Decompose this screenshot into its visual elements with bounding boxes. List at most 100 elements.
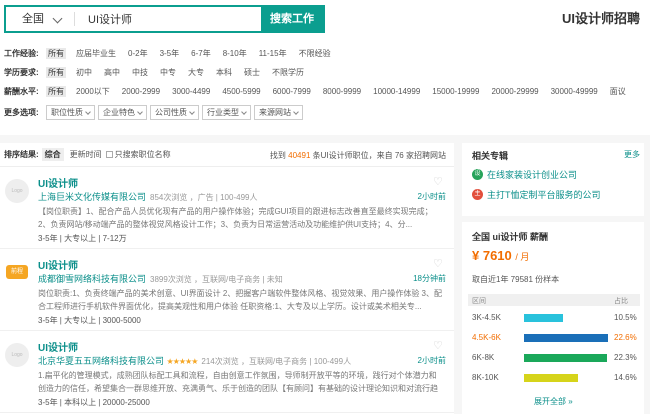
filter-option[interactable]: 15000-19999 xyxy=(430,87,481,96)
salary-row: 8K-10K 14.6% xyxy=(468,370,640,386)
job-requirements: 3-5年 | 大专以上 | 3000-5000 xyxy=(38,316,141,325)
topic-item[interactable]: 设 在线家装设计创业公司 xyxy=(472,167,577,181)
topic-icon: 主 xyxy=(472,188,483,200)
city-select[interactable]: 全国 xyxy=(6,7,74,31)
col-pct: 占比 xyxy=(614,298,628,305)
filter-option[interactable]: 中技 xyxy=(130,67,150,78)
title-only-checkbox[interactable] xyxy=(105,151,113,158)
filter-option[interactable]: 所有 xyxy=(46,67,66,78)
dropdown-industry[interactable]: 行业类型 xyxy=(202,105,251,120)
chevron-down-icon xyxy=(137,108,143,115)
heart-icon[interactable]: ♡ xyxy=(433,177,444,188)
salary-unit: / 月 xyxy=(515,252,530,262)
filter-option[interactable]: 2000以下 xyxy=(74,86,112,97)
search-box: 全国 搜索工作 xyxy=(4,5,325,33)
result-summary: 找到 40491 条UI设计师职位，来自 76 家招聘网站 xyxy=(270,150,446,161)
filter-option[interactable]: 10000-14999 xyxy=(371,87,422,96)
filter-experience: 工作经验: 所有 应届毕业生 0-2年 3-5年 6-7年 8-10年 11-1… xyxy=(4,47,341,60)
company-line: 北京华夏五五网络科技有限公司 ★★★★★ 214次浏览 ，互联网/电子商务 | 1… xyxy=(38,354,351,367)
topics-more-link[interactable]: 更多 xyxy=(624,149,640,160)
search-button[interactable]: 搜索工作 xyxy=(261,7,323,31)
job-title[interactable]: UI设计师 xyxy=(38,339,78,354)
site-count: 76 xyxy=(394,151,404,160)
filter-option[interactable]: 所有 xyxy=(46,86,66,97)
salary-pct: 14.6% xyxy=(614,373,637,382)
filter-option[interactable]: 大专 xyxy=(186,67,206,78)
company-name[interactable]: 上海巨米文化传媒有限公司 xyxy=(38,192,146,202)
filter-option[interactable]: 3-5年 xyxy=(158,48,182,59)
job-description: 1.扁平化的管理模式，成熟团队标配工具和流程，自由创意工作氛围，导师制开放平等的… xyxy=(38,371,438,393)
salary-pct: 10.5% xyxy=(614,313,637,322)
job-item[interactable]: Logo UI设计师 上海巨米文化传媒有限公司 854次浏览 ，广告 | 100-… xyxy=(0,169,454,249)
chevron-down-icon xyxy=(52,13,63,24)
filter-option[interactable]: 11-15年 xyxy=(257,48,289,59)
salary-title: 全国 ui设计师 薪酬 xyxy=(472,232,548,242)
filter-option[interactable]: 6-7年 xyxy=(189,48,213,59)
title-only-label: 只搜索职位名称 xyxy=(114,150,171,159)
sort-comprehensive[interactable]: 综合 xyxy=(41,148,64,161)
filter-label: 更多选项: xyxy=(4,108,39,117)
salary-pct: 22.6% xyxy=(614,333,637,342)
job-item[interactable]: Logo UI设计师 北京华夏五五网络科技有限公司 ★★★★★ 214次浏览 ，互… xyxy=(0,333,454,413)
filter-option[interactable]: 本科 xyxy=(214,67,234,78)
filter-label: 薪酬水平: xyxy=(4,87,39,96)
chevron-down-icon xyxy=(241,108,247,115)
filter-option[interactable]: 8000-9999 xyxy=(321,87,363,96)
filter-option[interactable]: 不限学历 xyxy=(270,67,306,78)
salary-row: 6K-8K 22.3% xyxy=(468,350,640,366)
filter-option[interactable]: 不限经验 xyxy=(297,48,333,59)
company-line: 上海巨米文化传媒有限公司 854次浏览 ，广告 | 100-499人 xyxy=(38,190,257,203)
topic-item[interactable]: 主 主打T恤定制平台服务的公司 xyxy=(472,187,601,201)
chevron-down-icon xyxy=(85,108,91,115)
dropdown-company-feature[interactable]: 企业特色 xyxy=(98,105,147,120)
salary-row: 3K-4.5K 10.5% xyxy=(468,310,640,326)
result-suffix: 家招聘网站 xyxy=(406,151,446,160)
filter-option[interactable]: 高中 xyxy=(102,67,122,78)
posted-time: 2小时前 xyxy=(417,356,446,365)
salary-bar xyxy=(524,314,563,322)
filter-option[interactable]: 30000-49999 xyxy=(549,87,600,96)
filter-option[interactable]: 0-2年 xyxy=(126,48,150,59)
rating-stars: ★★★★★ xyxy=(166,357,199,366)
job-requirements: 3-5年 | 大专以上 | 7-12万 xyxy=(38,234,127,243)
filter-option[interactable]: 4500-5999 xyxy=(220,87,262,96)
result-middle: 条UI设计师职位，来自 xyxy=(312,151,393,160)
job-item[interactable]: 前程 UI设计师 成都御雪网络科技有限公司 3899次浏览 ，互联网/电子商务 |… xyxy=(0,251,454,331)
filter-option[interactable]: 8-10年 xyxy=(221,48,249,59)
filter-option[interactable]: 面议 xyxy=(608,86,628,97)
filter-option[interactable]: 20000-29999 xyxy=(489,87,540,96)
dropdown-source-site[interactable]: 来源网站 xyxy=(254,105,303,120)
salary-amount: ¥ 7610 xyxy=(472,248,512,263)
job-description: 岗位职责:1、负责终端产品的美术创意、UI界面设计 2、把握客户端软件整体风格、… xyxy=(38,289,443,311)
topic-label: 主打T恤定制平台服务的公司 xyxy=(487,189,601,200)
job-requirements: 3-5年 | 本科以上 | 20000-25000 xyxy=(38,398,150,407)
result-prefix: 找到 xyxy=(269,151,286,160)
filter-option[interactable]: 应届毕业生 xyxy=(74,48,118,59)
filter-option[interactable]: 硕士 xyxy=(242,67,262,78)
salary-range: 8K-10K xyxy=(472,373,499,382)
company-name[interactable]: 北京华夏五五网络科技有限公司 xyxy=(38,356,164,366)
filter-option[interactable]: 3000-4499 xyxy=(170,87,212,96)
filter-option[interactable]: 初中 xyxy=(74,67,94,78)
heart-icon[interactable]: ♡ xyxy=(433,341,444,352)
sort-time[interactable]: 更新时间 xyxy=(70,149,102,160)
city-label: 全国 xyxy=(22,13,44,25)
dropdown-company-type[interactable]: 公司性质 xyxy=(150,105,199,120)
result-count: 40491 xyxy=(288,151,311,160)
filter-option[interactable]: 6000-7999 xyxy=(271,87,313,96)
filter-label: 学历要求: xyxy=(4,68,39,77)
chevron-down-icon xyxy=(189,108,195,115)
dropdown-job-type[interactable]: 职位性质 xyxy=(46,105,95,120)
job-title[interactable]: UI设计师 xyxy=(38,175,78,190)
job-title[interactable]: UI设计师 xyxy=(38,257,78,272)
search-input[interactable] xyxy=(78,7,258,31)
filter-option[interactable]: 2000-2999 xyxy=(120,87,162,96)
heart-icon[interactable]: ♡ xyxy=(433,259,444,270)
salary-range: 6K-8K xyxy=(472,353,495,362)
filter-option[interactable]: 中专 xyxy=(158,67,178,78)
company-name[interactable]: 成都御雪网络科技有限公司 xyxy=(38,274,146,284)
show-all-link[interactable]: 展开全部 » xyxy=(534,396,573,407)
filter-option[interactable]: 所有 xyxy=(46,48,66,59)
salary-bar xyxy=(524,334,608,342)
posted-time: 2小时前 xyxy=(417,192,446,201)
